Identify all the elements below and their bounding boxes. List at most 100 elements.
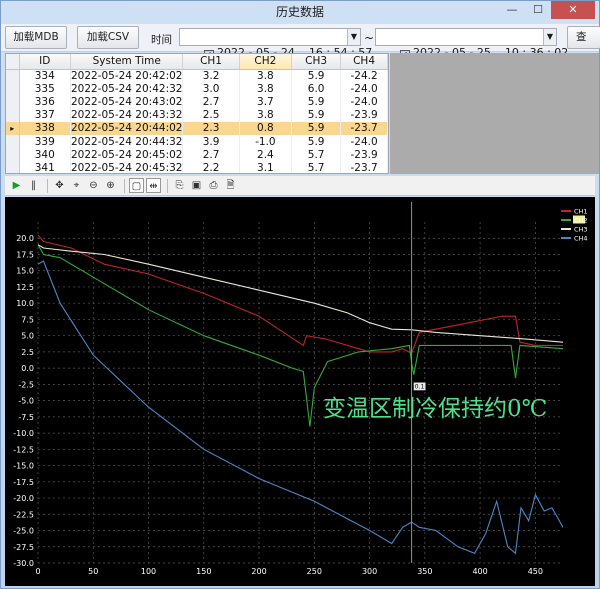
- print-preview-icon[interactable]: 🗎: [223, 178, 238, 193]
- y-tick-label: 0.0: [21, 364, 34, 373]
- table-cell: 2022-05-24 20:43:02: [70, 95, 184, 109]
- y-tick-label: 12.5: [16, 283, 34, 292]
- table-cell: 338: [19, 121, 71, 135]
- row-selector[interactable]: [6, 108, 20, 122]
- table-cell: -23.9: [340, 108, 388, 122]
- table-cell: 335: [19, 82, 71, 96]
- table-row[interactable]: 340 2022-05-24 20:45:02 2.7 2.4 5.7 -23.9: [6, 148, 388, 162]
- range-separator: ~: [364, 31, 375, 45]
- table-cell: 2022-05-24 20:45:32: [70, 161, 184, 174]
- y-tick-label: 10.0: [16, 299, 34, 308]
- data-table[interactable]: ID System Time CH1 CH2 CH3 CH4 334 2022-05-24 …: [5, 53, 389, 174]
- chart-annotation: 变温区制冷保持约0℃: [323, 396, 547, 422]
- column-header-id[interactable]: ID: [19, 54, 71, 70]
- table-row[interactable]: ▸ 338 2022-05-24 20:44:02 2.3 0.8 5.9 -23.7: [6, 121, 388, 135]
- column-header-system-time[interactable]: System Time: [70, 54, 184, 70]
- minimize-button[interactable]: —: [499, 1, 525, 19]
- x-tick-label: 400: [472, 567, 487, 576]
- row-selector[interactable]: [6, 69, 20, 83]
- zoom-out-icon[interactable]: ⊖: [86, 178, 101, 193]
- table-cell: 5.7: [291, 161, 342, 173]
- table-cell: 3.9: [182, 134, 240, 149]
- x-tick-label: 0: [35, 567, 40, 576]
- row-selector[interactable]: [6, 148, 20, 162]
- chevron-down-icon[interactable]: ▼: [347, 29, 360, 45]
- y-tick-label: 5.0: [21, 332, 34, 341]
- pause-icon[interactable]: ‖: [26, 178, 41, 193]
- query-button[interactable]: 查: [567, 26, 600, 49]
- table-cell: 336: [19, 95, 71, 109]
- copy-icon[interactable]: ⎘: [172, 178, 187, 193]
- table-row[interactable]: 337 2022-05-24 20:43:32 2.5 3.8 5.9 -23.9: [6, 108, 388, 122]
- y-tick-label: -10.0: [13, 429, 34, 438]
- x-tick-label: 250: [307, 567, 322, 576]
- table-cell: 340: [19, 148, 71, 162]
- load-csv-button[interactable]: 加载CSV: [77, 26, 139, 49]
- close-button[interactable]: ✕: [551, 1, 595, 19]
- table-empty-area: [390, 53, 599, 174]
- row-header-corner: [6, 54, 20, 70]
- table-cell: 3.2: [182, 69, 240, 83]
- table-row[interactable]: 341 2022-05-24 20:45:32 2.2 3.1 5.7 -23.7: [6, 161, 388, 174]
- x-tick-label: 450: [528, 567, 543, 576]
- chevron-down-icon[interactable]: ▼: [543, 29, 556, 45]
- query-toolbar: 加载MDB 加载CSV 时间 ✓2022 - 05 - 24 16 : 54 :…: [1, 24, 600, 60]
- legend-label: CH3: [574, 226, 588, 234]
- table-cell: 3.1: [239, 161, 293, 173]
- table-row[interactable]: 339 2022-05-24 20:44:32 3.9 -1.0 5.9 -24.0: [6, 134, 388, 149]
- table-row[interactable]: 336 2022-05-24 20:43:02 2.7 3.7 5.9 -24.0: [6, 95, 388, 109]
- column-header-ch1[interactable]: CH1: [182, 54, 240, 70]
- table-row[interactable]: 334 2022-05-24 20:42:02 3.2 3.8 5.9 -24.2: [6, 69, 388, 83]
- table-cell: -24.2: [340, 69, 388, 83]
- row-selector[interactable]: [6, 95, 20, 109]
- time-label: 时间: [151, 34, 172, 46]
- zoom-box-icon[interactable]: ⌖: [69, 178, 84, 193]
- play-icon[interactable]: ▶: [9, 178, 24, 193]
- legend-label: CH2: [574, 217, 588, 225]
- save-icon[interactable]: ▣: [189, 178, 204, 193]
- start-datetime-picker[interactable]: ✓2022 - 05 - 24 16 : 54 : 57 ▼: [179, 28, 372, 60]
- y-tick-label: -30.0: [13, 559, 34, 568]
- table-cell: 3.8: [239, 69, 293, 83]
- pan-icon[interactable]: ✥: [52, 178, 67, 193]
- x-tick-label: 150: [196, 567, 211, 576]
- table-cell: 3.8: [239, 108, 293, 122]
- toolbar-separator: [167, 178, 168, 193]
- column-header-ch3[interactable]: CH3: [291, 54, 342, 70]
- load-mdb-button[interactable]: 加载MDB: [5, 26, 67, 49]
- y-tick-label: -20.0: [13, 494, 34, 503]
- table-header-row: ID System Time CH1 CH2 CH3 CH4: [6, 54, 388, 70]
- line-chart[interactable]: 20.0 17.5 15.0 12.5 10.0 7.5 5.0 2.5 0.0 -2.5 -5.0…: [5, 197, 595, 586]
- table-cell: 339: [19, 134, 71, 149]
- table-row[interactable]: 335 2022-05-24 20:42:32 3.0 3.8 6.0 -24.0: [6, 82, 388, 96]
- table-cell: -23.7: [340, 121, 388, 135]
- maximize-button[interactable]: ☐: [525, 1, 551, 19]
- table-cell: 334: [19, 69, 71, 83]
- end-datetime-picker[interactable]: ✓2022 - 05 - 25 10 : 36 : 02 ▼: [375, 28, 568, 60]
- row-selector[interactable]: [6, 161, 20, 173]
- print-icon[interactable]: ⎙: [206, 178, 221, 193]
- cursor-value-label: 0.1: [415, 384, 425, 391]
- table-cell: 2.3: [182, 121, 240, 135]
- table-cell: -1.0: [239, 134, 293, 149]
- column-header-ch4[interactable]: CH4: [340, 54, 388, 70]
- y-tick-label: -5.0: [18, 397, 34, 406]
- legend-label: CH1: [574, 208, 588, 216]
- y-tick-label: 20.0: [16, 234, 34, 243]
- zoom-in-icon[interactable]: ⊕: [103, 178, 118, 193]
- row-selector[interactable]: [6, 82, 20, 96]
- table-cell: 341: [19, 161, 71, 173]
- table-cell: 2.2: [182, 161, 240, 173]
- y-tick-label: -7.5: [18, 413, 34, 422]
- y-tick-label: -2.5: [18, 380, 34, 389]
- table-cell: -24.0: [340, 82, 388, 96]
- y-tick-label: -12.5: [13, 445, 34, 454]
- x-tick-label: 350: [417, 567, 432, 576]
- row-selector[interactable]: [6, 134, 20, 149]
- cursor-icon[interactable]: ⇹: [146, 178, 161, 193]
- column-header-ch2[interactable]: CH2: [239, 54, 293, 70]
- table-cell: 5.7: [291, 148, 342, 162]
- select-icon[interactable]: ▢: [129, 178, 144, 193]
- row-selector[interactable]: ▸: [6, 121, 20, 135]
- y-tick-label: -22.5: [13, 510, 34, 519]
